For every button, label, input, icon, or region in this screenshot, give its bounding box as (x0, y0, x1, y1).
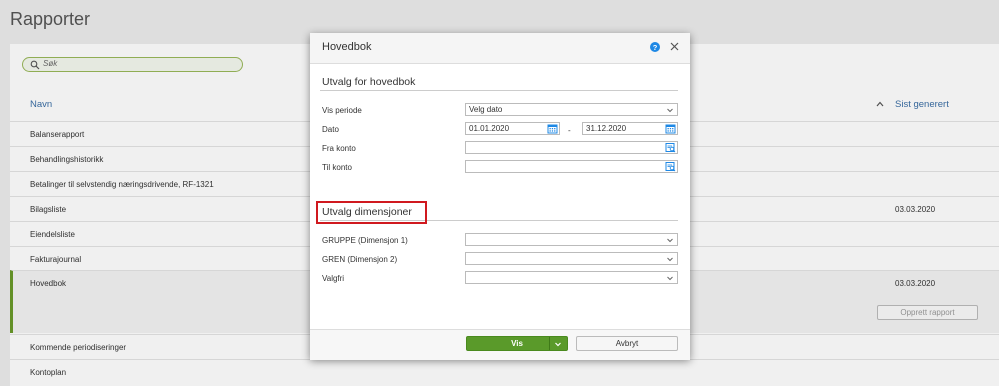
dialog-header: Hovedbok ? (310, 33, 690, 64)
vis-periode-label: Vis periode (322, 106, 362, 115)
vis-periode-select[interactable]: Velg dato (465, 103, 678, 116)
chevron-down-icon (667, 238, 673, 243)
dato-label: Dato (322, 125, 339, 134)
date-to-field[interactable]: 31.12.2020 (582, 122, 678, 135)
til-konto-label: Til konto (322, 163, 352, 172)
vis-periode-value: Velg dato (469, 105, 503, 114)
help-icon[interactable]: ? (650, 42, 660, 52)
hovedbok-dialog: Hovedbok ? Utvalg for hovedbok Vis perio… (310, 33, 690, 360)
svg-text:?: ? (653, 43, 658, 52)
chevron-down-icon (667, 108, 673, 113)
vis-button[interactable]: Vis (466, 336, 568, 351)
vis-button-label: Vis (511, 339, 523, 348)
account-lookup-icon[interactable] (665, 161, 676, 172)
date-from-field[interactable]: 01.01.2020 (465, 122, 560, 135)
valgfri-label: Valgfri (322, 274, 345, 283)
date-range-dash: - (568, 126, 571, 135)
gruppe-select[interactable] (465, 233, 678, 246)
section-title-selection: Utvalg for hovedbok (322, 76, 416, 88)
cancel-button[interactable]: Avbryt (576, 336, 678, 351)
close-icon[interactable] (670, 42, 679, 51)
split-divider (549, 337, 550, 350)
fra-konto-label: Fra konto (322, 144, 356, 153)
gren-label: GREN (Dimensjon 2) (322, 255, 398, 264)
gren-select[interactable] (465, 252, 678, 265)
chevron-down-icon (667, 276, 673, 281)
highlight-annotation-box (316, 201, 427, 224)
til-konto-field[interactable] (465, 160, 678, 173)
fra-konto-field[interactable] (465, 141, 678, 154)
chevron-down-icon (667, 257, 673, 262)
date-to-value: 31.12.2020 (586, 124, 627, 133)
date-from-value: 01.01.2020 (469, 124, 510, 133)
dialog-title: Hovedbok (322, 41, 372, 53)
valgfri-select[interactable] (465, 271, 678, 284)
chevron-down-icon[interactable] (554, 340, 562, 348)
account-lookup-icon[interactable] (665, 142, 676, 153)
divider (320, 90, 678, 91)
calendar-icon[interactable] (547, 123, 558, 134)
dialog-footer: Vis Avbryt (310, 329, 690, 360)
calendar-icon[interactable] (665, 123, 676, 134)
gruppe-label: GRUPPE (Dimensjon 1) (322, 236, 408, 245)
